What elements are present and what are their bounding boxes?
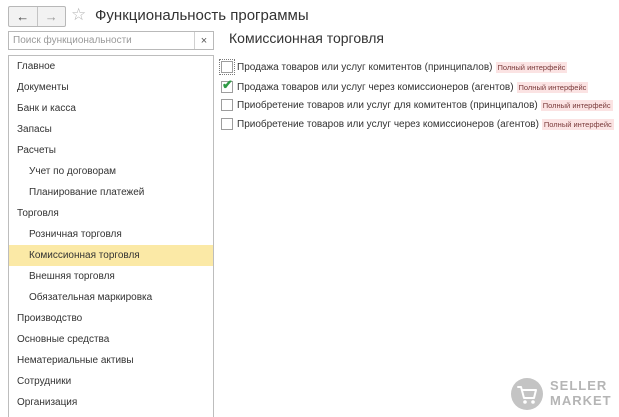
option-label[interactable]: Приобретение товаров или услуг через ком… bbox=[237, 119, 539, 130]
shopping-cart-icon bbox=[511, 378, 543, 410]
checkmark-icon: ✔ bbox=[222, 77, 233, 92]
option-checkbox[interactable]: ✔ bbox=[221, 77, 233, 93]
sidebar-item[interactable]: Торговля bbox=[9, 203, 213, 224]
option-label[interactable]: Приобретение товаров или услуг для комит… bbox=[237, 100, 538, 111]
full-interface-badge: Полный интерфейс bbox=[541, 118, 614, 130]
sidebar-item[interactable]: Банк и касса bbox=[9, 98, 213, 119]
logo-line-2: MARKET bbox=[550, 393, 612, 408]
search-box: × bbox=[8, 31, 214, 50]
sidebar-item[interactable]: Главное bbox=[9, 56, 213, 77]
sidebar-item[interactable]: Нематериальные активы bbox=[9, 350, 213, 371]
sidebar-item[interactable]: Планирование платежей bbox=[9, 182, 213, 203]
back-button[interactable]: ← bbox=[9, 7, 37, 26]
option-label[interactable]: Продажа товаров или услуг комитентов (пр… bbox=[237, 62, 493, 73]
option-row: Приобретение товаров или услуг через ком… bbox=[221, 115, 614, 133]
navigation-buttons: ← → bbox=[8, 6, 66, 27]
sidebar-item[interactable]: Документы bbox=[9, 77, 213, 98]
option-row: Приобретение товаров или услуг для комит… bbox=[221, 96, 613, 114]
arrow-left-icon: ← bbox=[16, 9, 30, 24]
sidebar-item[interactable]: Расчеты bbox=[9, 140, 213, 161]
full-interface-badge: Полный интерфейс bbox=[516, 81, 589, 93]
logo-line-1: SELLER bbox=[550, 378, 608, 393]
sidebar: Главное Документы Банк и касса Запасы Расчет… bbox=[8, 55, 214, 417]
sidebar-item[interactable]: Сотрудники bbox=[9, 371, 213, 392]
sidebar-item[interactable]: Производство bbox=[9, 308, 213, 329]
option-checkbox[interactable] bbox=[221, 99, 233, 111]
forward-button[interactable]: → bbox=[36, 7, 66, 26]
seller-market-logo: SELLER MARKET bbox=[510, 376, 612, 412]
sidebar-item[interactable]: Учет по договорам bbox=[9, 161, 213, 182]
title-bar: ← → ☆ Функциональность программы bbox=[0, 0, 619, 30]
sidebar-item[interactable]: Организация bbox=[9, 392, 213, 413]
full-interface-badge: Полный интерфейс bbox=[540, 99, 613, 111]
window-title: Функциональность программы bbox=[95, 7, 309, 24]
sidebar-item[interactable]: Обязательная маркировка bbox=[9, 287, 213, 308]
sidebar-item[interactable]: Запасы bbox=[9, 119, 213, 140]
sidebar-item[interactable]: Внешняя торговля bbox=[9, 266, 213, 287]
clear-search-button[interactable]: × bbox=[194, 32, 213, 49]
section-title: Комиссионная торговля bbox=[229, 30, 384, 46]
sidebar-item[interactable]: Основные средства bbox=[9, 329, 213, 350]
option-row: ✔ Продажа товаров или услуг через комисси… bbox=[221, 77, 589, 96]
full-interface-badge: Полный интерфейс bbox=[495, 61, 568, 73]
star-icon[interactable]: ☆ bbox=[71, 5, 86, 25]
arrow-right-icon: → bbox=[44, 9, 58, 24]
option-checkbox[interactable] bbox=[219, 59, 235, 75]
search-input[interactable] bbox=[9, 32, 192, 49]
sidebar-item[interactable]: Комиссионная торговля bbox=[9, 245, 213, 266]
option-label[interactable]: Продажа товаров или услуг через комиссио… bbox=[237, 82, 514, 93]
sidebar-item[interactable]: Розничная торговля bbox=[9, 224, 213, 245]
option-checkbox[interactable] bbox=[221, 118, 233, 130]
option-row: Продажа товаров или услуг комитентов (пр… bbox=[219, 58, 568, 76]
close-icon: × bbox=[200, 34, 208, 47]
